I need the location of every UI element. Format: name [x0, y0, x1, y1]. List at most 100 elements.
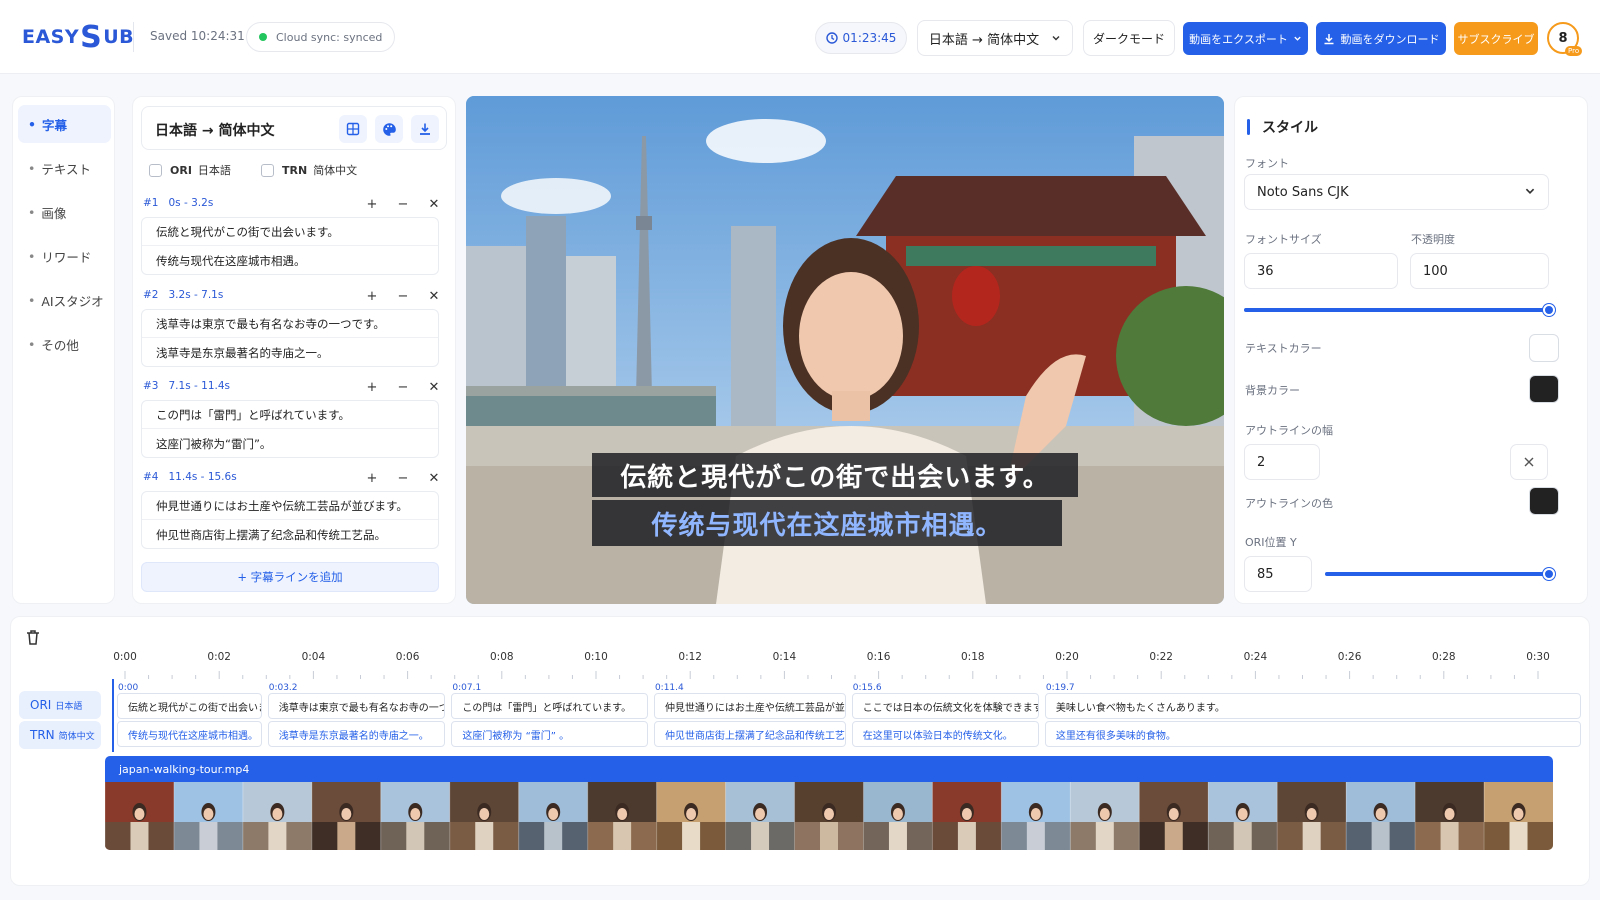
bullet: •	[28, 116, 36, 132]
timeline-segment-translated[interactable]: 这座门被称为 “雷门” 。	[451, 721, 648, 747]
background-color-swatch[interactable]	[1529, 375, 1559, 403]
subscribe-button[interactable]: サブスクライブ	[1454, 22, 1538, 55]
trn-toggle[interactable]: TRN 简体中文	[261, 162, 357, 178]
playhead[interactable]	[112, 679, 114, 752]
palette-icon	[382, 122, 396, 136]
filmstrip-thumbnails	[105, 782, 1553, 850]
timeline-segment-translated[interactable]: 在这里可以体验日本的传统文化。	[851, 721, 1039, 747]
font-select[interactable]: Noto Sans CJK	[1244, 174, 1549, 210]
user-avatar[interactable]: 8 Pro	[1547, 22, 1583, 56]
ori-position-slider[interactable]	[1325, 568, 1555, 580]
dark-mode-button[interactable]: ダークモード	[1083, 20, 1175, 56]
minus-icon[interactable]: −	[394, 380, 412, 395]
export-video-button[interactable]: 動画をエクスポート	[1183, 22, 1308, 55]
plus-icon[interactable]: +	[363, 289, 381, 304]
text-color-swatch[interactable]	[1529, 334, 1559, 362]
subtitle-list-panel: 日本語 → 简体中文 ORI 日本語 TRN 简体中文 #1 0s - 3.2s…	[132, 96, 456, 604]
timeline-segment-original[interactable]: 美味しい食べ物もたくさんあります。	[1044, 693, 1581, 719]
trn-checkbox[interactable]	[261, 163, 274, 177]
timeline-segment-original[interactable]: この門は「雷門」と呼ばれています。	[451, 693, 648, 719]
outline-color-label: アウトラインの色	[1245, 497, 1333, 510]
ori-checkbox[interactable]	[149, 163, 162, 177]
timeline-segment-original[interactable]: 伝統と現代がこの街で出会います。	[117, 693, 262, 719]
entry-translated-text[interactable]: 这座门被称为“雷门”。	[142, 430, 438, 458]
close-icon[interactable]: ✕	[425, 471, 443, 486]
timeline-ruler[interactable]	[111, 669, 1551, 679]
plus-icon[interactable]: +	[363, 380, 381, 395]
outline-width-input[interactable]: 2	[1244, 444, 1320, 480]
timeline-segment-translated[interactable]: 这里还有很多美味的食物。	[1044, 721, 1581, 747]
trn-track-label[interactable]: TRN 简体中文	[19, 721, 101, 749]
close-icon[interactable]: ✕	[425, 197, 443, 212]
subtitle-entry[interactable]: 仲見世通りにはお土産や伝統工芸品が並びます。 仲见世商店街上摆满了纪念品和传统工…	[141, 491, 439, 549]
bullet: •	[28, 204, 36, 220]
grid-layout-button[interactable]	[339, 115, 367, 143]
ori-track-label[interactable]: ORI 日本語	[19, 691, 101, 719]
app-logo[interactable]: EASY S UB	[22, 20, 134, 55]
timeline-tick-label: 0:10	[584, 651, 608, 663]
entry-original-text[interactable]: 伝統と現代がこの街で出会います。	[142, 218, 438, 246]
sidebar-item-reward[interactable]: • リワード	[18, 237, 111, 275]
entry-translated-text[interactable]: 传统与现代在这座城市相遇。	[142, 247, 438, 275]
entry-number: #4	[143, 471, 159, 483]
bullet: •	[28, 160, 36, 176]
close-icon[interactable]: ✕	[425, 380, 443, 395]
timeline-segment-translated[interactable]: 传统与现代在这座城市相遇。	[117, 721, 262, 747]
subtitle-entry[interactable]: 浅草寺は東京で最も有名なお寺の一つです。 浅草寺是东京最著名的寺庙之一。	[141, 309, 439, 367]
track-tag: ORI	[30, 698, 52, 712]
entry-original-text[interactable]: 浅草寺は東京で最も有名なお寺の一つです。	[142, 310, 438, 338]
timeline-panel: 0:00 0:02 0:04 0:06 0:08 0:10 0:12 0:14 0:16 0:18…	[10, 616, 1590, 886]
slider-handle[interactable]	[1543, 568, 1555, 580]
minus-icon[interactable]: −	[394, 289, 412, 304]
timeline-segment-original[interactable]: 仲見世通りにはお土産や伝統工芸品が並びます。	[653, 693, 846, 719]
opacity-input[interactable]: 100	[1410, 253, 1549, 289]
sidebar-item-subtitles[interactable]: • 字幕	[18, 105, 111, 143]
opacity-slider[interactable]	[1244, 304, 1555, 316]
timeline-segment-original[interactable]: ここでは日本の伝統文化を体験できます。	[851, 693, 1039, 719]
sidebar-item-image[interactable]: • 画像	[18, 193, 111, 231]
timeline-segment-translated[interactable]: 仲见世商店街上摆满了纪念品和传统工艺品。	[653, 721, 846, 747]
segment-start-time: 0:07.1	[452, 683, 482, 693]
entry-translated-text[interactable]: 仲见世商店街上摆满了纪念品和传统工艺品。	[142, 521, 438, 549]
clip-name: japan-walking-tour.mp4	[119, 762, 250, 776]
video-filmstrip[interactable]	[105, 782, 1553, 850]
language-pair-select[interactable]: 日本語 → 简体中文	[917, 20, 1073, 56]
left-sidebar: • 字幕 • テキスト • 画像 • リワード • AIスタジオ • その他	[12, 96, 115, 604]
add-subtitle-line-button[interactable]: + 字幕ラインを追加	[141, 562, 439, 592]
close-icon	[1524, 457, 1534, 467]
entry-original-text[interactable]: この門は「雷門」と呼ばれています。	[142, 401, 438, 429]
timer-text: 01:23:45	[842, 31, 897, 45]
close-icon[interactable]: ✕	[425, 289, 443, 304]
segment-start-time: 0:03.2	[268, 683, 298, 693]
subtitle-entry[interactable]: 伝統と現代がこの街で出会います。 传统与现代在这座城市相遇。	[141, 217, 439, 275]
ori-position-input[interactable]: 85	[1244, 556, 1312, 592]
ori-toggle[interactable]: ORI 日本語	[149, 162, 231, 178]
timeline-segment-original[interactable]: 浅草寺は東京で最も有名なお寺の一つです。	[267, 693, 446, 719]
minus-icon[interactable]: −	[394, 197, 412, 212]
sidebar-item-other[interactable]: • その他	[18, 325, 111, 363]
video-clip-bar[interactable]: japan-walking-tour.mp4	[105, 756, 1553, 782]
entry-original-text[interactable]: 仲見世通りにはお土産や伝統工芸品が並びます。	[142, 492, 438, 520]
trash-icon[interactable]	[23, 627, 43, 647]
download-subtitles-button[interactable]	[411, 115, 439, 143]
entry-translated-text[interactable]: 浅草寺是东京最著名的寺庙之一。	[142, 339, 438, 367]
caption-original[interactable]: 伝統と現代がこの街で出会います。	[592, 453, 1078, 497]
plus-icon[interactable]: +	[363, 197, 381, 212]
segment-start-time: 0:11.4	[654, 683, 684, 693]
sidebar-item-label: その他	[41, 337, 79, 353]
caption-translated[interactable]: 传统与现代在这座城市相遇。	[592, 500, 1062, 546]
font-size-input[interactable]: 36	[1244, 253, 1398, 289]
minus-icon[interactable]: −	[394, 471, 412, 486]
video-preview[interactable]: 伝統と現代がこの街で出会います。 传统与现代在这座城市相遇。	[466, 96, 1224, 604]
sidebar-item-text[interactable]: • テキスト	[18, 149, 111, 187]
download-video-button[interactable]: 動画をダウンロード	[1316, 22, 1446, 55]
outline-color-swatch[interactable]	[1529, 487, 1559, 515]
subtitle-entry[interactable]: この門は「雷門」と呼ばれています。 这座门被称为“雷门”。	[141, 400, 439, 458]
timeline-segment-translated[interactable]: 浅草寺是东京最著名的寺庙之一。	[267, 721, 446, 747]
download-label: 動画をダウンロード	[1340, 32, 1440, 46]
palette-button[interactable]	[375, 115, 403, 143]
clear-outline-button[interactable]	[1510, 444, 1548, 480]
sidebar-item-ai-studio[interactable]: • AIスタジオ	[18, 281, 111, 319]
plus-icon[interactable]: +	[363, 471, 381, 486]
slider-handle[interactable]	[1543, 304, 1555, 316]
